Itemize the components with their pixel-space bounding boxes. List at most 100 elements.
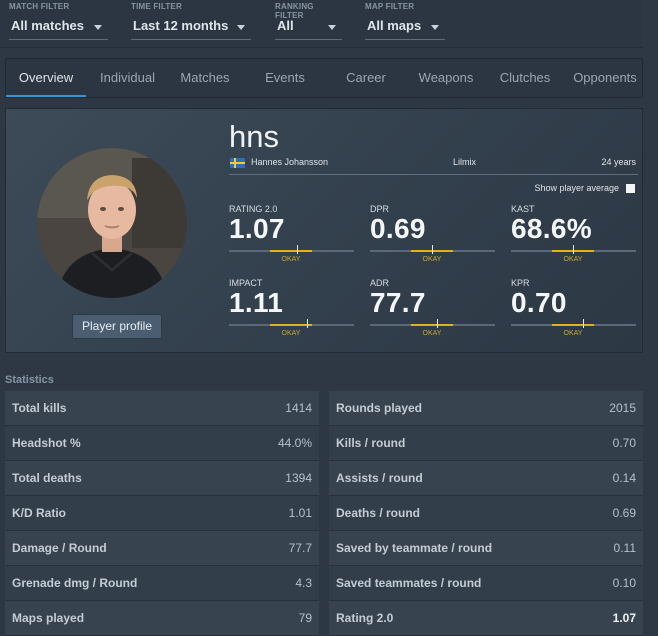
stat-grade: OKAY [563,330,583,337]
player-marker [432,245,433,254]
match-filter[interactable]: MATCH FILTER All matches [9,2,108,40]
stats-row: Kills / round 0.70 [329,426,643,461]
show-average-checkbox[interactable] [626,184,635,193]
divider [229,174,638,175]
player-team[interactable]: Lilmix [453,157,476,167]
stats-row: Damage / Round 77.7 [5,531,319,566]
tab-overview[interactable]: Overview [6,59,86,97]
stats-row-value: 4.3 [295,576,312,590]
stat-grade: OKAY [422,256,442,263]
stat-rating: RATING 2.0 1.07 OKAY [229,204,354,263]
stats-row-label: Saved teammates / round [336,576,482,590]
stats-row-value: 0.69 [612,506,636,520]
stats-row: Assists / round 0.14 [329,461,643,496]
stat-dpr: DPR 0.69 OKAY [370,204,495,263]
stats-row: Headshot % 44.0% [5,426,319,461]
player-marker [437,319,438,328]
okay-range [411,324,453,326]
stats-row-label: Kills / round [336,436,406,450]
player-summary-panel: Player profile hns Hannes Johansson Lilm… [5,108,643,353]
ranking-filter-label: RANKING FILTER [275,2,314,20]
stats-row: Total kills 1414 [5,391,319,426]
time-filter-label: TIME FILTER [131,2,182,11]
stats-row-value: 1.01 [288,506,312,520]
map-filter[interactable]: MAP FILTER All maps [365,2,445,40]
player-profile-button[interactable]: Player profile [72,314,162,339]
stats-row-label: Rounds played [336,401,423,415]
player-marker [573,245,574,254]
stats-row: Saved teammates / round 0.10 [329,566,643,601]
stat-grade: OKAY [281,330,301,337]
stat-impact: IMPACT 1.11 OKAY [229,278,354,337]
chevron-down-icon [328,25,336,30]
map-filter-value: All maps [367,18,422,33]
stat-grade: OKAY [422,330,442,337]
tab-matches[interactable]: Matches [170,59,240,97]
player-real-name: Hannes Johansson [251,157,329,167]
player-marker [307,319,308,328]
map-filter-select[interactable]: All maps [365,15,445,40]
player-nickname: hns [229,119,279,154]
stat-grade: OKAY [281,256,301,263]
stat-grade: OKAY [563,256,583,263]
show-average-label: Show player average [534,183,619,193]
chevron-down-icon [431,25,439,30]
chevron-down-icon [237,25,245,30]
ranking-filter-value: All [277,18,294,33]
tab-career[interactable]: Career [336,59,396,97]
ranking-filter[interactable]: RANKING FILTER All [275,2,342,40]
statistics-heading: Statistics [5,374,54,386]
stats-row-value: 1414 [285,401,312,415]
stats-row-value: 0.70 [612,436,636,450]
stats-row-label: K/D Ratio [12,506,66,520]
stat-kast: KAST 68.6% OKAY [511,204,636,263]
player-marker [297,245,298,254]
stats-row-value: 0.10 [612,576,636,590]
player-avatar [37,148,187,298]
stats-row: Maps played 79 [5,601,319,636]
statistics-right-column: Rounds played 2015 Kills / round 0.70 Assi… [329,391,643,636]
stats-row-label: Headshot % [12,436,81,450]
time-filter[interactable]: TIME FILTER Last 12 months [131,2,251,40]
stats-row: Saved by teammate / round 0.11 [329,531,643,566]
match-filter-select[interactable]: All matches [9,15,108,40]
stats-row-value: 1.07 [612,611,636,625]
stats-row-label: Total deaths [12,471,82,485]
stats-row-value: 44.0% [277,436,312,450]
stats-row-value: 0.14 [612,471,636,485]
ranking-filter-select[interactable]: All [275,15,342,40]
tab-clutches[interactable]: Clutches [492,59,558,97]
stats-row-label: Saved by teammate / round [336,541,493,555]
stat-value: 0.70 [511,287,567,318]
stat-value: 77.7 [370,287,426,318]
player-age: 24 years [601,157,636,167]
tab-weapons[interactable]: Weapons [411,59,481,97]
okay-range [552,324,594,326]
okay-range [270,250,312,252]
stat-adr: ADR 77.7 OKAY [370,278,495,337]
stats-row-value: 1394 [285,471,312,485]
stats-row-label: Grenade dmg / Round [12,576,138,590]
tab-individual[interactable]: Individual [89,59,166,97]
match-filter-value: All matches [11,18,84,33]
stat-value: 1.11 [229,287,284,318]
stat-value: 1.07 [229,213,285,244]
stats-row-label: Maps played [12,611,85,625]
tab-events[interactable]: Events [253,59,317,97]
stat-value: 68.6% [511,213,592,244]
time-filter-select[interactable]: Last 12 months [131,15,251,40]
stats-row-value: 0.11 [613,541,636,555]
player-marker [583,319,584,328]
stats-row: Total deaths 1394 [5,461,319,496]
stats-row: K/D Ratio 1.01 [5,496,319,531]
map-filter-label: MAP FILTER [365,2,415,11]
stats-row-label: Deaths / round [336,506,421,520]
stats-row: Rounds played 2015 [329,391,643,426]
filter-bar: MATCH FILTER All matches TIME FILTER Las… [0,0,643,48]
statistics-left-column: Total kills 1414 Headshot % 44.0% Total de… [5,391,319,636]
match-filter-label: MATCH FILTER [9,2,70,11]
stats-row-value: 79 [298,611,312,625]
tab-opponents[interactable]: Opponents [567,59,643,97]
stats-row-label: Rating 2.0 [336,611,394,625]
stats-row: Grenade dmg / Round 4.3 [5,566,319,601]
